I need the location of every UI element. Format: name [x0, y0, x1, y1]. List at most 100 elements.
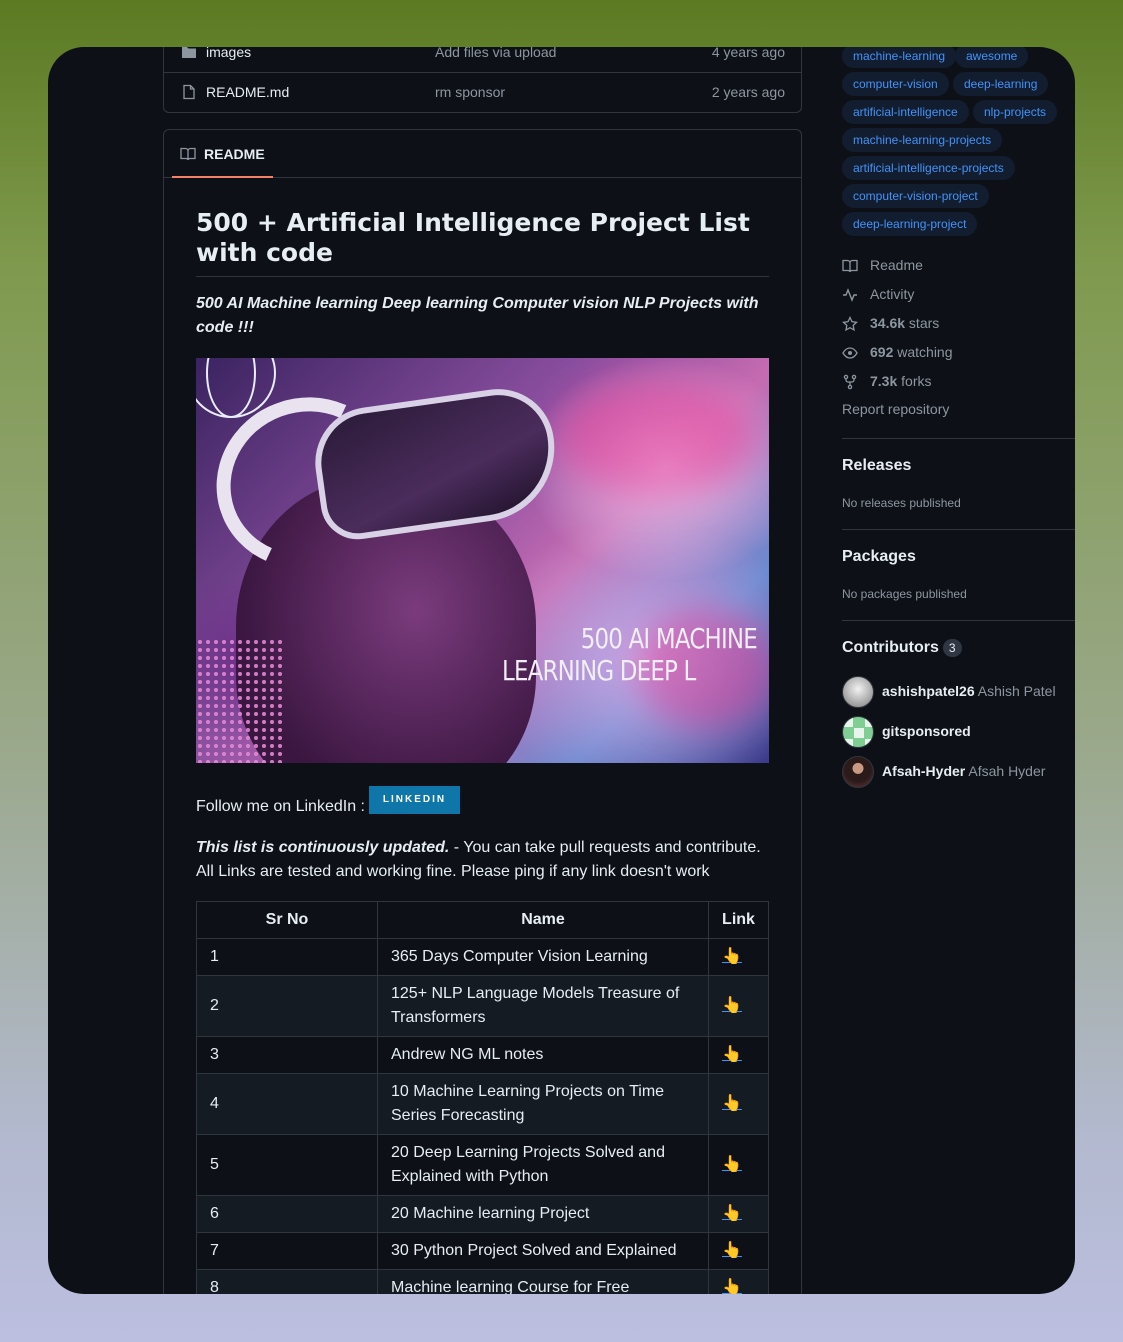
topic-tag[interactable]: computer-vision-project — [842, 184, 989, 208]
row-number: 3 — [196, 1036, 378, 1074]
readme-tabbar: README — [164, 130, 801, 178]
link-cell: 👆 — [708, 1134, 769, 1196]
pointing-hand-icon[interactable]: 👆 — [722, 1092, 742, 1116]
column-header: Link — [708, 901, 769, 939]
project-name: 20 Deep Learning Projects Solved and Exp… — [377, 1134, 709, 1196]
book-icon — [180, 147, 196, 161]
column-header: Sr No — [196, 901, 378, 939]
contributor-login[interactable]: ashishpatel26 — [882, 683, 975, 699]
table-row: 7 30 Python Project Solved and Explained… — [196, 1232, 769, 1270]
contributor-fullname: Afsah Hyder — [968, 763, 1046, 779]
file-row-readme[interactable]: README.md rm sponsor 2 years ago — [164, 73, 801, 113]
project-table: Sr No Name Link 1 365 Days Computer Visi… — [196, 901, 769, 1294]
github-window: images Add files via upload 4 years ago … — [48, 47, 1075, 1294]
contributors-count: 3 — [942, 639, 962, 657]
commit-message[interactable]: Add files via upload — [435, 47, 556, 60]
watching-count: 692 — [870, 344, 894, 360]
project-name: Andrew NG ML notes — [377, 1036, 709, 1074]
folder-icon — [182, 47, 196, 58]
topic-tag[interactable]: artificial-intelligence-projects — [842, 156, 1015, 180]
pointing-hand-icon[interactable]: 👆 — [722, 1276, 742, 1294]
link-cell: 👆 — [708, 1232, 769, 1270]
divider — [842, 529, 1075, 530]
pointing-hand-icon[interactable]: 👆 — [722, 945, 742, 969]
file-row-images[interactable]: images Add files via upload 4 years ago — [164, 47, 801, 73]
commit-date: 4 years ago — [711, 47, 785, 60]
row-number: 7 — [196, 1232, 378, 1270]
contributor-name: Afsah-Hyder Afsah Hyder — [882, 763, 1045, 779]
project-name: 125+ NLP Language Models Treasure of Tra… — [377, 975, 709, 1037]
table-row: 2 125+ NLP Language Models Treasure of T… — [196, 975, 769, 1037]
row-number: 4 — [196, 1073, 378, 1135]
pointing-hand-icon[interactable]: 👆 — [722, 1043, 742, 1067]
contributors-heading[interactable]: Contributors 3 — [842, 639, 962, 657]
topic-tag[interactable]: computer-vision — [842, 72, 949, 96]
watching-text: watching — [893, 344, 953, 360]
stars-label: 34.6k stars — [870, 315, 939, 331]
contributor-name: ashishpatel26 Ashish Patel — [882, 683, 1056, 699]
project-name: 30 Python Project Solved and Explained — [377, 1232, 709, 1270]
readme-title: 500 + Artificial Intelligence Project Li… — [196, 208, 769, 277]
topic-tag[interactable]: artificial-intelligence — [842, 100, 969, 124]
update-note-bold: This list is continuously updated. — [196, 839, 450, 856]
avatar[interactable] — [842, 756, 874, 788]
topic-tag[interactable]: nlp-projects — [973, 100, 1058, 124]
project-name: 20 Machine learning Project — [377, 1195, 709, 1233]
activity-link-label: Activity — [870, 286, 915, 302]
topic-tag[interactable]: deep-learning — [953, 72, 1049, 96]
releases-heading[interactable]: Releases — [842, 457, 911, 475]
topic-tag[interactable]: machine-learning-projects — [842, 128, 1003, 152]
link-cell: 👆 — [708, 938, 769, 976]
pointing-hand-icon[interactable]: 👆 — [722, 994, 742, 1018]
fork-icon — [843, 374, 857, 390]
packages-empty: No packages published — [842, 587, 967, 601]
topic-tag[interactable]: awesome — [955, 47, 1029, 68]
column-header: Name — [377, 901, 709, 939]
pointing-hand-icon[interactable]: 👆 — [722, 1153, 742, 1177]
hero-text-line1: 500 AI MACHINE — [580, 622, 758, 655]
pulse-icon — [843, 288, 857, 302]
commit-message[interactable]: rm sponsor — [435, 84, 505, 100]
contributor-fullname: Ashish Patel — [977, 683, 1056, 699]
eye-icon — [842, 347, 858, 359]
table-row: 6 20 Machine learning Project 👆 — [196, 1195, 769, 1233]
readme-subtitle: 500 AI Machine learning Deep learning Co… — [196, 295, 759, 336]
link-cell: 👆 — [708, 1036, 769, 1074]
row-number: 6 — [196, 1195, 378, 1233]
link-cell: 👆 — [708, 975, 769, 1037]
table-row: 3 Andrew NG ML notes 👆 — [196, 1036, 769, 1074]
forks-label: 7.3k forks — [870, 373, 931, 389]
packages-heading[interactable]: Packages — [842, 548, 916, 566]
forks-count: 7.3k — [870, 373, 898, 389]
topic-tag[interactable]: deep-learning-project — [842, 212, 978, 236]
contributor-login[interactable]: Afsah-Hyder — [882, 763, 965, 779]
avatar[interactable] — [842, 676, 874, 708]
pointing-hand-icon[interactable]: 👆 — [722, 1239, 742, 1263]
project-name: 10 Machine Learning Projects on Time Ser… — [377, 1073, 709, 1135]
readme-panel: README 500 + Artificial Intelligence Pro… — [163, 129, 802, 1294]
file-list: images Add files via upload 4 years ago … — [163, 47, 802, 113]
file-icon — [183, 84, 195, 100]
topic-tag[interactable]: machine-learning — [842, 47, 957, 68]
stars-text: stars — [905, 315, 940, 331]
hero-decoration — [556, 378, 756, 498]
divider — [842, 620, 1075, 621]
file-name[interactable]: images — [206, 47, 251, 60]
readme-link-label: Readme — [870, 257, 923, 273]
avatar[interactable] — [842, 716, 874, 748]
tab-readme-label: README — [204, 146, 265, 162]
linkedin-badge[interactable]: LINKEDIN — [369, 786, 460, 814]
releases-empty: No releases published — [842, 496, 961, 510]
project-name: Machine learning Course for Free — [377, 1269, 709, 1294]
pointing-hand-icon[interactable]: 👆 — [722, 1202, 742, 1226]
stars-count: 34.6k — [870, 315, 906, 331]
hero-image[interactable]: 500 AI MACHINE LEARNING DEEP L — [196, 358, 769, 763]
tab-readme[interactable]: README — [172, 130, 273, 178]
row-number: 5 — [196, 1134, 378, 1196]
watching-label: 692 watching — [870, 344, 953, 360]
file-name[interactable]: README.md — [206, 84, 289, 100]
contributor-login[interactable]: gitsponsored — [882, 723, 971, 739]
hero-text-line2: LEARNING DEEP L — [502, 654, 696, 687]
row-number: 8 — [196, 1269, 378, 1294]
report-repository-link[interactable]: Report repository — [842, 401, 949, 421]
